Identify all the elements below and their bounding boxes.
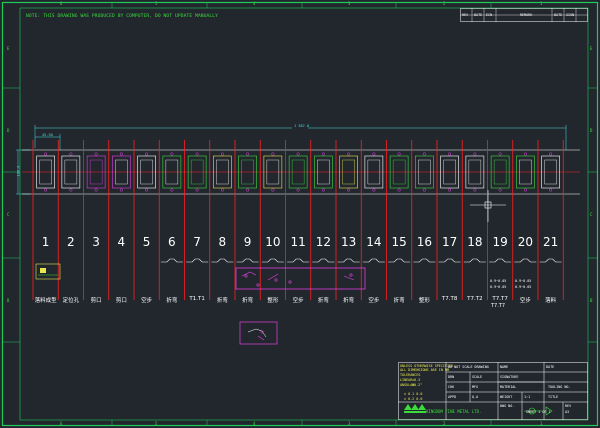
tolerances-text: TOLERANCES: [400, 373, 421, 377]
station-number: 4: [117, 235, 126, 249]
station-number: 2: [67, 235, 75, 249]
station-number: 8: [218, 235, 227, 249]
station-label: T7.T8: [441, 296, 458, 302]
magenta-detail-view: [239, 321, 278, 345]
station-number: 19: [492, 235, 508, 249]
station-number: 3: [92, 235, 100, 249]
do-not-scale-text: DO NOT SCALE DRAWING: [448, 365, 489, 369]
station-label: 落料: [545, 298, 557, 304]
tolerance-value-1: ±0.3: [412, 378, 421, 382]
station-number: 11: [290, 235, 306, 249]
weight-label: WEIGHT: [500, 395, 513, 399]
station-label: 折弯: [216, 298, 228, 304]
station-label: 定位孔: [62, 298, 80, 304]
rev-label: REV: [565, 404, 572, 408]
station-number: 21: [542, 235, 559, 249]
dimension-lines: [16, 125, 567, 195]
station-label: 折弯: [317, 298, 329, 304]
station-number: 13: [340, 235, 357, 249]
station-label: 折弯: [393, 298, 405, 304]
drawn-by-label: DRN: [448, 375, 455, 379]
sheet-label: SHEET 1 OF 1: [526, 410, 551, 414]
crosshair-cursor: [470, 190, 506, 222]
scale-value: 1:1: [524, 395, 531, 399]
station-label: 剪口: [90, 298, 102, 304]
company-name: KINGDOM FINE METAL LTD.: [426, 409, 482, 414]
station-number: 12: [315, 235, 332, 249]
linear-text: LINEAR: [400, 378, 413, 382]
station-number: 7: [193, 235, 201, 249]
station-label: 落料成型: [34, 298, 57, 304]
date-col-header: DATE: [546, 365, 555, 369]
dimensions-unit-text: ALL DIMENSIONS ARE IN MM: [400, 368, 449, 372]
station-19-note-b: 0.9~0.05: [490, 285, 507, 289]
tooling-number-label: TOOLING NO.: [548, 385, 571, 389]
station-label: 空步: [141, 298, 153, 304]
tolerance-value-2: ±0.2°: [412, 383, 423, 387]
station-number: 18: [467, 235, 483, 249]
station-20-note-b: 0.9~0.05: [515, 285, 532, 289]
station-label: 空步: [368, 298, 380, 304]
station-number: 5: [142, 235, 151, 249]
station-label: 空步: [519, 298, 531, 304]
station-number: 9: [243, 235, 252, 249]
station-label: T1.T1: [189, 296, 205, 302]
signature-col-header: SIGNATURE: [500, 375, 519, 379]
scale-label: SCALE: [472, 375, 483, 379]
station-label: 折弯: [343, 298, 355, 304]
strip-width-dimension: 100.0: [16, 165, 21, 177]
station-number: 1: [41, 235, 50, 249]
left-offset-dimension: 45.50: [42, 133, 53, 137]
tolerance-value-3: ± 0.1 0.0: [404, 392, 423, 396]
mfg-label: MFG: [472, 385, 479, 389]
station-number: 15: [391, 235, 407, 249]
qa-label: Q.A: [472, 395, 479, 399]
station-1-part: [35, 263, 61, 280]
station-number: 16: [416, 235, 433, 249]
station-label: 折弯: [242, 298, 254, 304]
material-label: MATERIAL: [500, 385, 517, 389]
station-19-note-a: 0.9~0.05: [490, 279, 507, 283]
station-number: 14: [366, 235, 382, 249]
checked-by-label: CHK: [448, 385, 455, 389]
station-label: 空步: [292, 298, 304, 304]
station-label: 折弯: [166, 298, 178, 304]
cad-drawing-canvas[interactable]: 6 5 4 3 2 1 6 5 4 3 2 1 E D C B E D C B …: [0, 0, 600, 428]
station-number: 10: [265, 235, 281, 249]
station-20-note-a: 0.9~0.05: [515, 279, 532, 283]
station-label: 剪口: [115, 298, 127, 304]
station-19-sub-label: T7.T7: [491, 303, 506, 309]
station-label: 整形: [418, 298, 430, 304]
dwg-no-label: DWG NO.: [500, 404, 515, 408]
sheet-size: A3: [565, 410, 570, 414]
title-label: TITLE: [548, 395, 559, 399]
station-label: T7.T2: [467, 296, 483, 302]
station-number: 20: [517, 235, 534, 249]
station-label: T7.T7: [492, 296, 508, 302]
overall-length-dimension: 1 587.0: [294, 124, 310, 128]
station-label: 整形: [267, 298, 279, 304]
approved-by-label: APPD: [448, 395, 457, 399]
station-number: 6: [168, 235, 176, 249]
name-col-header: NAME: [500, 365, 509, 369]
detail-marks: [241, 271, 355, 287]
detail-frame: [235, 267, 366, 290]
tolerance-value-4: ± 0.2 0.0: [404, 397, 423, 401]
station-number: 17: [441, 235, 458, 249]
